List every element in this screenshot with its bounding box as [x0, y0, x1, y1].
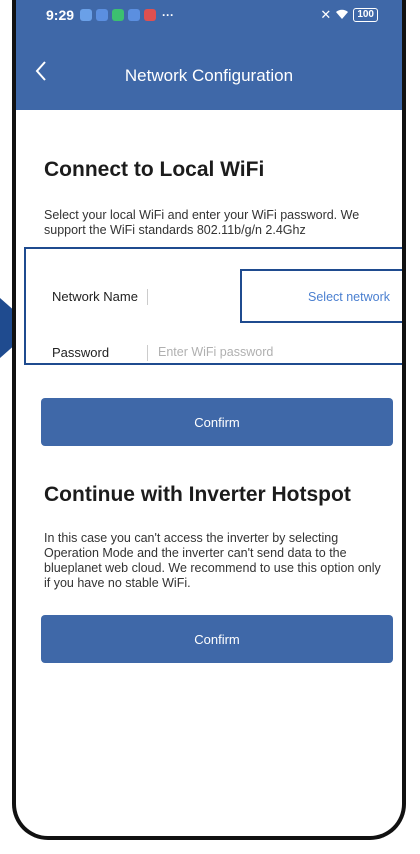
wifi-form: Network Name Select network Password: [24, 247, 402, 365]
local-wifi-description: Select your local WiFi and enter your Wi…: [44, 208, 360, 237]
mute-icon: ✕: [320, 7, 332, 22]
battery-icon: 100: [353, 8, 378, 22]
app-header: 9:29 ··· ✕ 100 Network Configuration: [16, 0, 402, 110]
local-wifi-heading: Connect to Local WiFi: [44, 158, 265, 181]
phone-frame: 9:29 ··· ✕ 100 Network Configuration Con…: [12, 0, 406, 840]
notification-app-icon: [80, 9, 93, 21]
notification-app-icon: [128, 9, 141, 21]
more-notifications-icon: ···: [162, 8, 175, 22]
hotspot-description: In this case you can't access the invert…: [44, 531, 381, 590]
confirm-hotspot-button[interactable]: Confirm: [41, 615, 393, 663]
status-time: 9:29: [46, 7, 75, 23]
network-name-label: Network Name: [52, 289, 138, 304]
confirm-wifi-button[interactable]: Confirm: [41, 398, 393, 446]
password-input[interactable]: [158, 340, 358, 364]
divider: [147, 345, 148, 361]
divider: [147, 289, 148, 305]
notification-app-icon: [144, 9, 157, 21]
status-right: ✕ 100: [320, 7, 378, 23]
notification-app-icon: [112, 9, 125, 21]
select-network-label: Select network: [308, 290, 390, 304]
page-title: Network Configuration: [124, 66, 294, 85]
wifi-icon: [335, 8, 349, 23]
status-bar: 9:29 ··· ✕ 100: [46, 4, 378, 26]
select-network-button[interactable]: Select network: [240, 269, 402, 323]
notification-app-icon: [96, 9, 109, 21]
password-label: Password: [52, 345, 110, 360]
hotspot-heading: Continue with Inverter Hotspot: [44, 483, 351, 506]
